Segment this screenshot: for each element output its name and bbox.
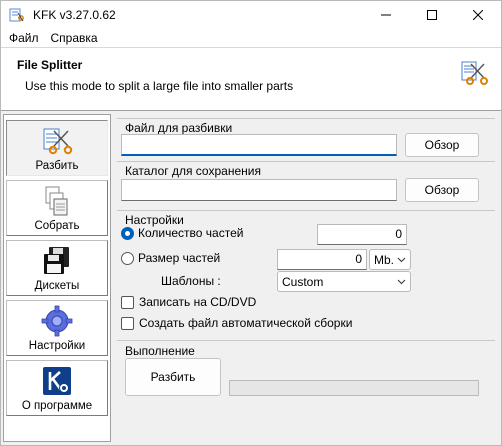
templates-label: Шаблоны : bbox=[161, 274, 221, 288]
parts-count-field[interactable]: 0 bbox=[317, 224, 407, 245]
source-file-input[interactable] bbox=[121, 134, 397, 156]
close-icon bbox=[473, 10, 483, 20]
mode-header: File Splitter Use this mode to split a l… bbox=[1, 47, 501, 111]
sidebar-item-join[interactable]: Собрать bbox=[6, 180, 108, 236]
split-panel: Файл для разбивки Обзор Каталог для сохр… bbox=[117, 114, 495, 440]
source-file-label: Файл для разбивки bbox=[123, 121, 235, 135]
target-folder-input[interactable] bbox=[121, 179, 397, 201]
scissors-icon bbox=[461, 61, 488, 85]
templates-select[interactable]: Custom bbox=[277, 271, 411, 292]
sidebar-item-settings[interactable]: Настройки bbox=[6, 300, 108, 356]
settings-group: Настройки Количество частей 0 Размер час… bbox=[117, 210, 495, 340]
parts-count-label: Количество частей bbox=[138, 226, 244, 240]
gear-icon bbox=[41, 305, 73, 337]
app-window: KFK v3.27.0.62 Файл Справка File Splitte… bbox=[0, 0, 502, 446]
sidebar-item-label: Собрать bbox=[34, 220, 80, 232]
sidebar-item-label: О программе bbox=[21, 400, 93, 412]
sidebar-item-split[interactable]: Разбить bbox=[6, 120, 108, 176]
part-size-unit-value: Mb. bbox=[374, 252, 395, 267]
sidebar-item-about[interactable]: О программе bbox=[6, 360, 108, 416]
sidebar-item-floppies[interactable]: Дискеты bbox=[6, 240, 108, 296]
part-size-option[interactable]: Размер частей bbox=[121, 251, 220, 265]
part-size-field[interactable]: 0 bbox=[277, 249, 367, 270]
part-size-radio[interactable] bbox=[121, 251, 134, 265]
execution-group: Выполнение Разбить bbox=[117, 340, 495, 436]
split-run-button[interactable]: Разбить bbox=[125, 358, 221, 396]
chevron-down-icon bbox=[397, 257, 406, 263]
floppy-icon bbox=[44, 247, 69, 274]
mode-title: File Splitter bbox=[17, 58, 83, 72]
part-size-label: Размер частей bbox=[138, 251, 221, 265]
target-folder-group: Каталог для сохранения Обзор bbox=[117, 161, 495, 207]
title-bar[interactable]: KFK v3.27.0.62 bbox=[1, 1, 501, 29]
sidebar-item-label: Дискеты bbox=[34, 280, 80, 292]
part-size-unit-select[interactable]: Mb. bbox=[369, 249, 411, 270]
maximize-icon bbox=[427, 10, 437, 20]
autojoin-checkbox[interactable] bbox=[121, 316, 134, 330]
parts-count-option[interactable]: Количество частей bbox=[121, 226, 243, 240]
autojoin-label: Создать файл автоматической сборки bbox=[139, 316, 353, 330]
settings-label: Настройки bbox=[123, 213, 186, 227]
split-icon bbox=[43, 128, 73, 155]
autojoin-option[interactable]: Создать файл автоматической сборки bbox=[121, 316, 352, 330]
split-progress-bar bbox=[229, 380, 479, 396]
burn-disc-option[interactable]: Записать на CD/DVD bbox=[121, 295, 256, 309]
burn-disc-checkbox[interactable] bbox=[121, 295, 134, 309]
app-icon bbox=[9, 8, 24, 22]
window-title: KFK v3.27.0.62 bbox=[33, 8, 116, 22]
burn-disc-label: Записать на CD/DVD bbox=[139, 295, 257, 309]
chevron-down-icon bbox=[397, 279, 406, 285]
menu-file[interactable]: Файл bbox=[1, 31, 45, 45]
maximize-button[interactable] bbox=[409, 1, 455, 29]
templates-value: Custom bbox=[282, 274, 324, 289]
target-browse-button[interactable]: Обзор bbox=[405, 178, 479, 202]
mode-subtitle: Use this mode to split a large file into… bbox=[25, 79, 294, 93]
minimize-button[interactable] bbox=[363, 1, 409, 29]
source-file-group: Файл для разбивки Обзор bbox=[117, 118, 495, 164]
join-icon bbox=[45, 186, 68, 216]
mode-sidebar: Разбить Собрать Дискеты Настройки О прог… bbox=[3, 114, 111, 442]
parts-count-radio[interactable] bbox=[121, 226, 134, 240]
sidebar-item-label: Настройки bbox=[28, 340, 86, 352]
execution-label: Выполнение bbox=[123, 344, 197, 358]
menu-help[interactable]: Справка bbox=[45, 31, 104, 45]
source-browse-button[interactable]: Обзор bbox=[405, 133, 479, 157]
sidebar-item-label: Разбить bbox=[35, 160, 79, 172]
minimize-icon bbox=[381, 14, 391, 16]
menu-bar: Файл Справка bbox=[1, 29, 501, 47]
about-icon bbox=[43, 367, 71, 395]
target-folder-label: Каталог для сохранения bbox=[123, 164, 263, 178]
close-button[interactable] bbox=[455, 1, 501, 29]
